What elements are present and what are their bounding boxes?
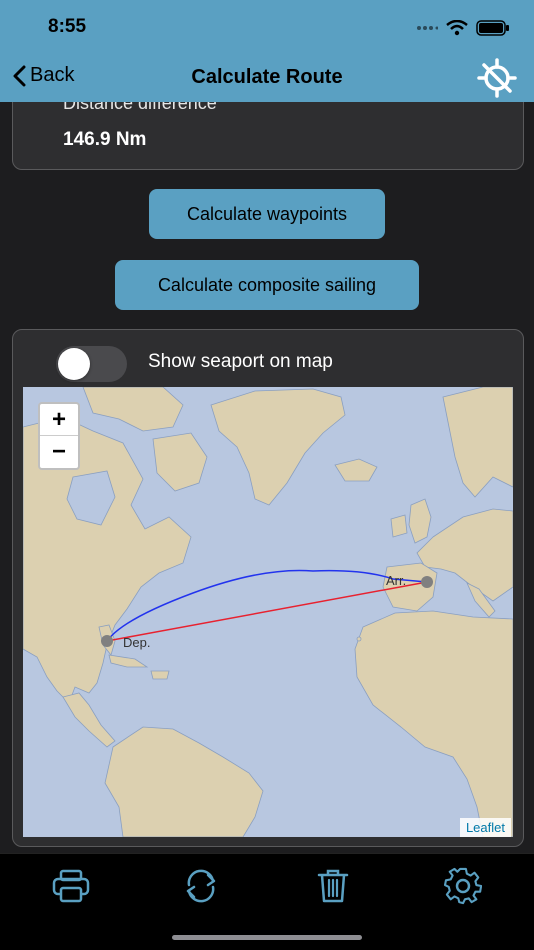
calculate-composite-sailing-button[interactable]: Calculate composite sailing <box>115 260 419 310</box>
result-value: 146.9 Nm <box>63 129 147 150</box>
trash-icon <box>317 869 349 903</box>
seaport-toggle-label: Show seaport on map <box>148 351 333 372</box>
location-toggle-button[interactable] <box>476 58 518 98</box>
settings-button[interactable] <box>443 866 483 906</box>
zoom-in-button[interactable]: + <box>40 404 78 436</box>
home-indicator <box>172 935 362 940</box>
arrival-label: Arr. <box>386 573 406 588</box>
basemap: Dep. Arr. <box>23 387 513 837</box>
map-card: Show seaport on map Dep. Arr. + − Leafle… <box>12 329 524 847</box>
print-button[interactable] <box>51 866 91 906</box>
battery-icon <box>476 20 509 36</box>
result-card: Distance difference 146.9 Nm <box>12 102 524 170</box>
departure-label: Dep. <box>123 635 150 650</box>
status-icons <box>416 16 510 40</box>
seaport-toggle[interactable] <box>56 346 127 382</box>
refresh-icon <box>186 869 216 903</box>
map-view[interactable]: Dep. Arr. + − Leaflet <box>23 387 513 837</box>
refresh-button[interactable] <box>181 866 221 906</box>
gear-icon <box>444 867 482 905</box>
printer-icon <box>52 869 90 903</box>
land-canary-islands <box>356 636 362 642</box>
content-area: Distance difference 146.9 Nm Calculate w… <box>0 102 534 853</box>
leaflet-attribution[interactable]: Leaflet <box>459 818 511 837</box>
land-ireland <box>390 514 408 538</box>
zoom-out-button[interactable]: − <box>40 436 78 468</box>
toggle-knob <box>58 348 90 380</box>
signal-icon <box>417 26 438 30</box>
calculate-waypoints-button[interactable]: Calculate waypoints <box>149 189 385 239</box>
delete-button[interactable] <box>313 866 353 906</box>
page-title: Calculate Route <box>191 66 343 88</box>
wifi-icon <box>446 20 468 36</box>
arrival-marker <box>421 576 433 588</box>
status-time: 8:55 <box>48 16 87 37</box>
departure-marker <box>101 635 113 647</box>
result-label: Distance difference <box>63 102 217 113</box>
location-disabled-icon <box>477 58 517 98</box>
land-hispaniola <box>150 670 170 680</box>
header: 8:55 Back Calculate Route <box>0 0 534 102</box>
zoom-control: + − <box>38 402 80 470</box>
